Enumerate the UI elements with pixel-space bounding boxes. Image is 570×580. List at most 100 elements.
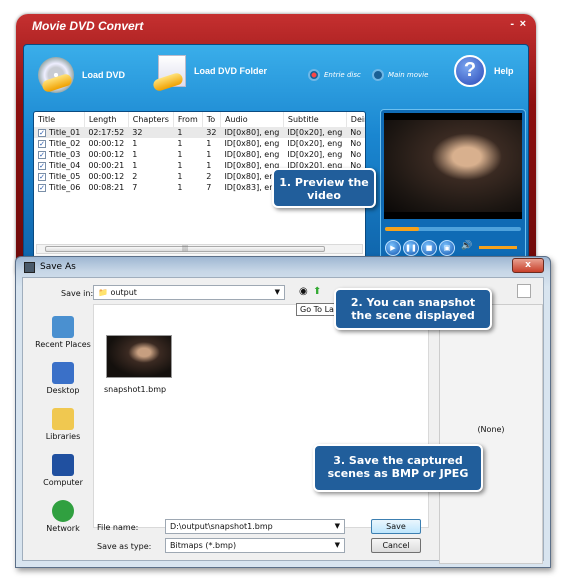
cell-text: 7 [132, 183, 138, 192]
place-network[interactable]: Network [33, 500, 93, 544]
cell-text: Title_05 [49, 172, 81, 181]
cell-text: ID[0x20], eng [287, 128, 343, 137]
cell-text: 00:00:12 [88, 172, 125, 181]
app-window: Movie DVD Convert - × Load DVD Load DVD … [16, 14, 536, 274]
column-header[interactable]: Deinterl [346, 112, 365, 127]
row-checkbox[interactable]: ✓ [38, 183, 46, 192]
main-movie-radio[interactable]: Main movie [372, 69, 428, 81]
volume-slider[interactable] [479, 246, 517, 249]
column-header[interactable]: To [202, 112, 221, 127]
table-cell: No [346, 149, 365, 160]
type-label: Save as type: [97, 542, 152, 551]
place-desktop[interactable]: Desktop [33, 362, 93, 406]
load-dvd-button[interactable]: Load DVD [38, 57, 125, 94]
cell-text: ID[0x20], eng [287, 139, 343, 148]
row-checkbox[interactable]: ✓ [38, 172, 46, 181]
radio-off-icon [372, 69, 384, 81]
row-checkbox[interactable]: ✓ [38, 139, 46, 148]
cell-text: ID[0x80], eng [224, 150, 280, 159]
up-folder-icon[interactable]: ⬆ [313, 286, 321, 297]
row-checkbox[interactable]: ✓ [38, 150, 46, 159]
column-header[interactable]: Title [34, 112, 85, 127]
main-movie-label: Main movie [388, 71, 429, 79]
back-icon[interactable]: ◉ [299, 286, 308, 297]
table-cell: ✓ Title_06 [34, 182, 84, 193]
row-checkbox[interactable]: ✓ [38, 161, 46, 170]
save-in-value: output [110, 288, 137, 297]
table-cell: ✓ Title_04 [34, 160, 84, 171]
callout-snapshot: 2. You can snapshot the scene displayed [334, 288, 492, 330]
load-folder-button[interactable]: Load DVD Folder [151, 55, 268, 93]
computer-icon [52, 454, 74, 476]
place-label: Computer [43, 478, 83, 487]
load-folder-label: Load DVD Folder [194, 66, 268, 76]
table-row[interactable]: ✓ Title_01 02:17:52 32 1 32 ID[0x80], eng ID[0x… [34, 127, 365, 138]
table-cell: 00:00:12 [84, 171, 128, 182]
play-button[interactable]: ▶ [385, 240, 401, 256]
file-thumbnail[interactable] [106, 335, 172, 378]
place-libraries[interactable]: Libraries [33, 408, 93, 452]
cell-text: ID[0x20], eng [287, 150, 343, 159]
save-in-combo[interactable]: 📁 output ▼ [93, 285, 285, 300]
chevron-down-icon: ▼ [334, 541, 340, 549]
table-cell: ID[0x20], eng [283, 127, 347, 138]
place-computer[interactable]: Computer [33, 454, 93, 498]
save-button[interactable]: Save [371, 519, 421, 534]
stop-button[interactable]: ■ [421, 240, 437, 256]
place-label: Desktop [46, 386, 80, 395]
table-row[interactable]: ✓ Title_02 00:00:12 1 1 1 ID[0x80], eng ID[0x20… [34, 138, 365, 149]
cancel-button[interactable]: Cancel [371, 538, 421, 553]
preview-none: (None) [477, 425, 505, 434]
close-button[interactable]: × [520, 18, 526, 30]
app-title: Movie DVD Convert [32, 19, 144, 33]
column-header[interactable]: Audio [220, 112, 284, 127]
dialog-close-button[interactable]: x [512, 258, 544, 273]
type-select[interactable]: Bitmaps (*.bmp) ▼ [165, 538, 345, 553]
cell-text: 1 [132, 139, 138, 148]
pause-button[interactable]: ❚❚ [403, 240, 419, 256]
file-name[interactable]: snapshot1.bmp [104, 385, 166, 394]
minimize-button[interactable]: - [510, 18, 514, 30]
place-label: Libraries [45, 432, 81, 441]
help-label: Help [494, 66, 514, 76]
video-frame [384, 120, 522, 212]
help-button[interactable]: ? Help [454, 55, 514, 87]
table-cell: ✓ Title_05 [34, 171, 84, 182]
cell-text: 02:17:52 [88, 128, 125, 137]
table-cell: ✓ Title_01 [34, 127, 85, 138]
cell-text: Title_04 [49, 161, 81, 170]
place-label: Recent Places [35, 340, 91, 349]
column-header[interactable]: Length [84, 112, 129, 127]
column-header[interactable]: From [173, 112, 203, 127]
table-cell: 02:17:52 [84, 127, 129, 138]
cell-text: No [350, 150, 362, 159]
file-name-input[interactable]: D:\output\snapshot1.bmp ▼ [165, 519, 345, 534]
entire-disc-radio[interactable]: Entrie disc [308, 69, 361, 81]
cell-text: ID[0x80], eng [224, 139, 280, 148]
table-cell: 00:00:12 [84, 138, 128, 149]
file-name-value: D:\output\snapshot1.bmp [170, 522, 273, 531]
cell-text: 1 [132, 161, 138, 170]
row-checkbox[interactable]: ✓ [38, 128, 46, 137]
stop-icon: ■ [425, 244, 433, 252]
column-header[interactable]: Chapters [128, 112, 174, 127]
pause-icon: ❚❚ [405, 244, 417, 252]
table-cell: 7 [128, 182, 173, 193]
chevron-down-icon: ▼ [274, 288, 280, 296]
desktop-icon [52, 362, 74, 384]
snapshot-button[interactable]: ▣ [439, 240, 455, 256]
horizontal-scrollbar[interactable]: ||| [36, 244, 363, 254]
video-preview [384, 113, 522, 219]
table-cell: ID[0x80], eng [220, 149, 283, 160]
cell-text: 00:00:12 [88, 139, 125, 148]
column-header[interactable]: Subtitle [283, 112, 347, 127]
cell-text: 7 [206, 183, 212, 192]
table-cell: 1 [173, 182, 202, 193]
table-row[interactable]: ✓ Title_03 00:00:12 1 1 1 ID[0x80], eng ID[0x20… [34, 149, 365, 160]
place-recent-places[interactable]: Recent Places [33, 316, 93, 360]
scroll-thumb[interactable]: ||| [45, 246, 325, 252]
cell-text: 00:08:21 [88, 183, 125, 192]
table-cell: 1 [202, 160, 220, 171]
preview-toggle-icon[interactable] [517, 284, 531, 298]
seek-bar[interactable] [385, 227, 521, 231]
